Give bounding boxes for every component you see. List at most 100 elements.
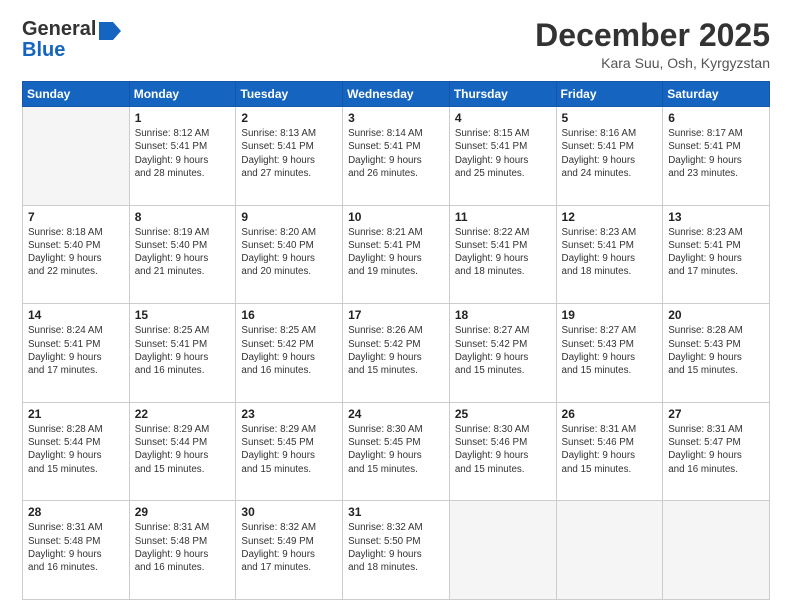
day-cell: 21Sunrise: 8:28 AMSunset: 5:44 PMDayligh… xyxy=(23,402,130,501)
week-row-2: 7Sunrise: 8:18 AMSunset: 5:40 PMDaylight… xyxy=(23,205,770,304)
day-header-saturday: Saturday xyxy=(663,82,770,107)
page: General Blue December 2025 Kara Suu, Osh… xyxy=(0,0,792,612)
day-cell: 6 Sunrise: 8:17 AMSunset: 5:41 PMDaylight… xyxy=(663,107,770,206)
day-cell: 4 Sunrise: 8:15 AMSunset: 5:41 PMDaylight… xyxy=(449,107,556,206)
day-header-friday: Friday xyxy=(556,82,663,107)
week-row-3: 14 Sunrise: 8:24 AMSunset: 5:41 PMDayligh… xyxy=(23,304,770,403)
day-number: 30 xyxy=(241,505,337,519)
calendar-title: December 2025 xyxy=(535,18,770,53)
day-number: 3 xyxy=(348,111,444,125)
day-info: Sunrise: 8:19 AMSunset: 5:40 PMDaylight:… xyxy=(135,226,231,279)
day-number: 15 xyxy=(135,308,231,322)
day-cell: 18 Sunrise: 8:27 AMSunset: 5:42 PMDayligh… xyxy=(449,304,556,403)
day-info: Sunrise: 8:32 AMSunset: 5:50 PMDaylight:… xyxy=(348,521,444,574)
day-info: Sunrise: 8:26 AMSunset: 5:42 PMDaylight:… xyxy=(348,324,444,377)
day-header-wednesday: Wednesday xyxy=(343,82,450,107)
day-number: 11 xyxy=(455,210,551,224)
day-number: 31 xyxy=(348,505,444,519)
logo-blue-text: Blue xyxy=(22,39,65,62)
day-number: 2 xyxy=(241,111,337,125)
day-info: Sunrise: 8:25 AMSunset: 5:42 PMDaylight:… xyxy=(241,324,337,377)
header-row: SundayMondayTuesdayWednesdayThursdayFrid… xyxy=(23,82,770,107)
day-cell: 30 Sunrise: 8:32 AMSunset: 5:49 PMDayligh… xyxy=(236,501,343,600)
day-info: Sunrise: 8:15 AMSunset: 5:41 PMDaylight:… xyxy=(455,127,551,180)
day-info: Sunrise: 8:14 AMSunset: 5:41 PMDaylight:… xyxy=(348,127,444,180)
day-number: 18 xyxy=(455,308,551,322)
day-number: 5 xyxy=(562,111,658,125)
day-cell: 31 Sunrise: 8:32 AMSunset: 5:50 PMDayligh… xyxy=(343,501,450,600)
day-cell: 9 Sunrise: 8:20 AMSunset: 5:40 PMDaylight… xyxy=(236,205,343,304)
day-number: 4 xyxy=(455,111,551,125)
day-cell: 24 Sunrise: 8:30 AMSunset: 5:45 PMDayligh… xyxy=(343,402,450,501)
week-row-4: 21Sunrise: 8:28 AMSunset: 5:44 PMDayligh… xyxy=(23,402,770,501)
day-info: Sunrise: 8:23 AMSunset: 5:41 PMDaylight:… xyxy=(668,226,764,279)
day-cell: 19 Sunrise: 8:27 AMSunset: 5:43 PMDayligh… xyxy=(556,304,663,403)
day-info: Sunrise: 8:29 AMSunset: 5:45 PMDaylight:… xyxy=(241,423,337,476)
day-cell: 13Sunrise: 8:23 AMSunset: 5:41 PMDayligh… xyxy=(663,205,770,304)
day-cell: 15Sunrise: 8:25 AMSunset: 5:41 PMDayligh… xyxy=(129,304,236,403)
day-info: Sunrise: 8:16 AMSunset: 5:41 PMDaylight:… xyxy=(562,127,658,180)
day-header-thursday: Thursday xyxy=(449,82,556,107)
day-cell: 7Sunrise: 8:18 AMSunset: 5:40 PMDaylight… xyxy=(23,205,130,304)
day-cell: 11Sunrise: 8:22 AMSunset: 5:41 PMDayligh… xyxy=(449,205,556,304)
day-cell: 2 Sunrise: 8:13 AMSunset: 5:41 PMDaylight… xyxy=(236,107,343,206)
day-info: Sunrise: 8:12 AMSunset: 5:41 PMDaylight:… xyxy=(135,127,231,180)
day-cell xyxy=(556,501,663,600)
day-cell: 12Sunrise: 8:23 AMSunset: 5:41 PMDayligh… xyxy=(556,205,663,304)
day-cell: 20Sunrise: 8:28 AMSunset: 5:43 PMDayligh… xyxy=(663,304,770,403)
day-cell: 14 Sunrise: 8:24 AMSunset: 5:41 PMDayligh… xyxy=(23,304,130,403)
day-info: Sunrise: 8:32 AMSunset: 5:49 PMDaylight:… xyxy=(241,521,337,574)
day-number: 24 xyxy=(348,407,444,421)
day-cell: 25 Sunrise: 8:30 AMSunset: 5:46 PMDayligh… xyxy=(449,402,556,501)
day-info: Sunrise: 8:27 AMSunset: 5:43 PMDaylight:… xyxy=(562,324,658,377)
day-info: Sunrise: 8:24 AMSunset: 5:41 PMDaylight:… xyxy=(28,324,124,377)
day-info: Sunrise: 8:13 AMSunset: 5:41 PMDaylight:… xyxy=(241,127,337,180)
day-cell xyxy=(23,107,130,206)
day-cell: 10Sunrise: 8:21 AMSunset: 5:41 PMDayligh… xyxy=(343,205,450,304)
day-number: 28 xyxy=(28,505,124,519)
day-cell: 26Sunrise: 8:31 AMSunset: 5:46 PMDayligh… xyxy=(556,402,663,501)
day-cell: 8 Sunrise: 8:19 AMSunset: 5:40 PMDaylight… xyxy=(129,205,236,304)
day-number: 9 xyxy=(241,210,337,224)
day-header-sunday: Sunday xyxy=(23,82,130,107)
day-info: Sunrise: 8:20 AMSunset: 5:40 PMDaylight:… xyxy=(241,226,337,279)
day-info: Sunrise: 8:27 AMSunset: 5:42 PMDaylight:… xyxy=(455,324,551,377)
day-number: 6 xyxy=(668,111,764,125)
day-number: 7 xyxy=(28,210,124,224)
day-cell xyxy=(663,501,770,600)
day-number: 14 xyxy=(28,308,124,322)
day-number: 23 xyxy=(241,407,337,421)
day-cell: 23 Sunrise: 8:29 AMSunset: 5:45 PMDayligh… xyxy=(236,402,343,501)
day-cell: 5 Sunrise: 8:16 AMSunset: 5:41 PMDaylight… xyxy=(556,107,663,206)
day-info: Sunrise: 8:28 AMSunset: 5:43 PMDaylight:… xyxy=(668,324,764,377)
day-number: 25 xyxy=(455,407,551,421)
day-number: 27 xyxy=(668,407,764,421)
logo: General Blue xyxy=(22,18,121,62)
day-info: Sunrise: 8:31 AMSunset: 5:47 PMDaylight:… xyxy=(668,423,764,476)
day-info: Sunrise: 8:17 AMSunset: 5:41 PMDaylight:… xyxy=(668,127,764,180)
day-number: 19 xyxy=(562,308,658,322)
day-number: 16 xyxy=(241,308,337,322)
day-info: Sunrise: 8:28 AMSunset: 5:44 PMDaylight:… xyxy=(28,423,124,476)
day-number: 8 xyxy=(135,210,231,224)
day-info: Sunrise: 8:31 AMSunset: 5:48 PMDaylight:… xyxy=(135,521,231,574)
day-cell: 17Sunrise: 8:26 AMSunset: 5:42 PMDayligh… xyxy=(343,304,450,403)
day-info: Sunrise: 8:30 AMSunset: 5:46 PMDaylight:… xyxy=(455,423,551,476)
day-cell: 1 Sunrise: 8:12 AMSunset: 5:41 PMDaylight… xyxy=(129,107,236,206)
logo-icon xyxy=(99,22,121,40)
logo-general: General xyxy=(22,18,96,41)
day-info: Sunrise: 8:21 AMSunset: 5:41 PMDaylight:… xyxy=(348,226,444,279)
day-cell: 27 Sunrise: 8:31 AMSunset: 5:47 PMDayligh… xyxy=(663,402,770,501)
title-block: December 2025 Kara Suu, Osh, Kyrgyzstan xyxy=(535,18,770,71)
day-number: 12 xyxy=(562,210,658,224)
day-info: Sunrise: 8:30 AMSunset: 5:45 PMDaylight:… xyxy=(348,423,444,476)
day-info: Sunrise: 8:29 AMSunset: 5:44 PMDaylight:… xyxy=(135,423,231,476)
day-header-monday: Monday xyxy=(129,82,236,107)
week-row-1: 1 Sunrise: 8:12 AMSunset: 5:41 PMDaylight… xyxy=(23,107,770,206)
header: General Blue December 2025 Kara Suu, Osh… xyxy=(22,18,770,71)
day-cell: 3 Sunrise: 8:14 AMSunset: 5:41 PMDaylight… xyxy=(343,107,450,206)
week-row-5: 28 Sunrise: 8:31 AMSunset: 5:48 PMDayligh… xyxy=(23,501,770,600)
day-number: 1 xyxy=(135,111,231,125)
day-number: 26 xyxy=(562,407,658,421)
day-cell: 22Sunrise: 8:29 AMSunset: 5:44 PMDayligh… xyxy=(129,402,236,501)
